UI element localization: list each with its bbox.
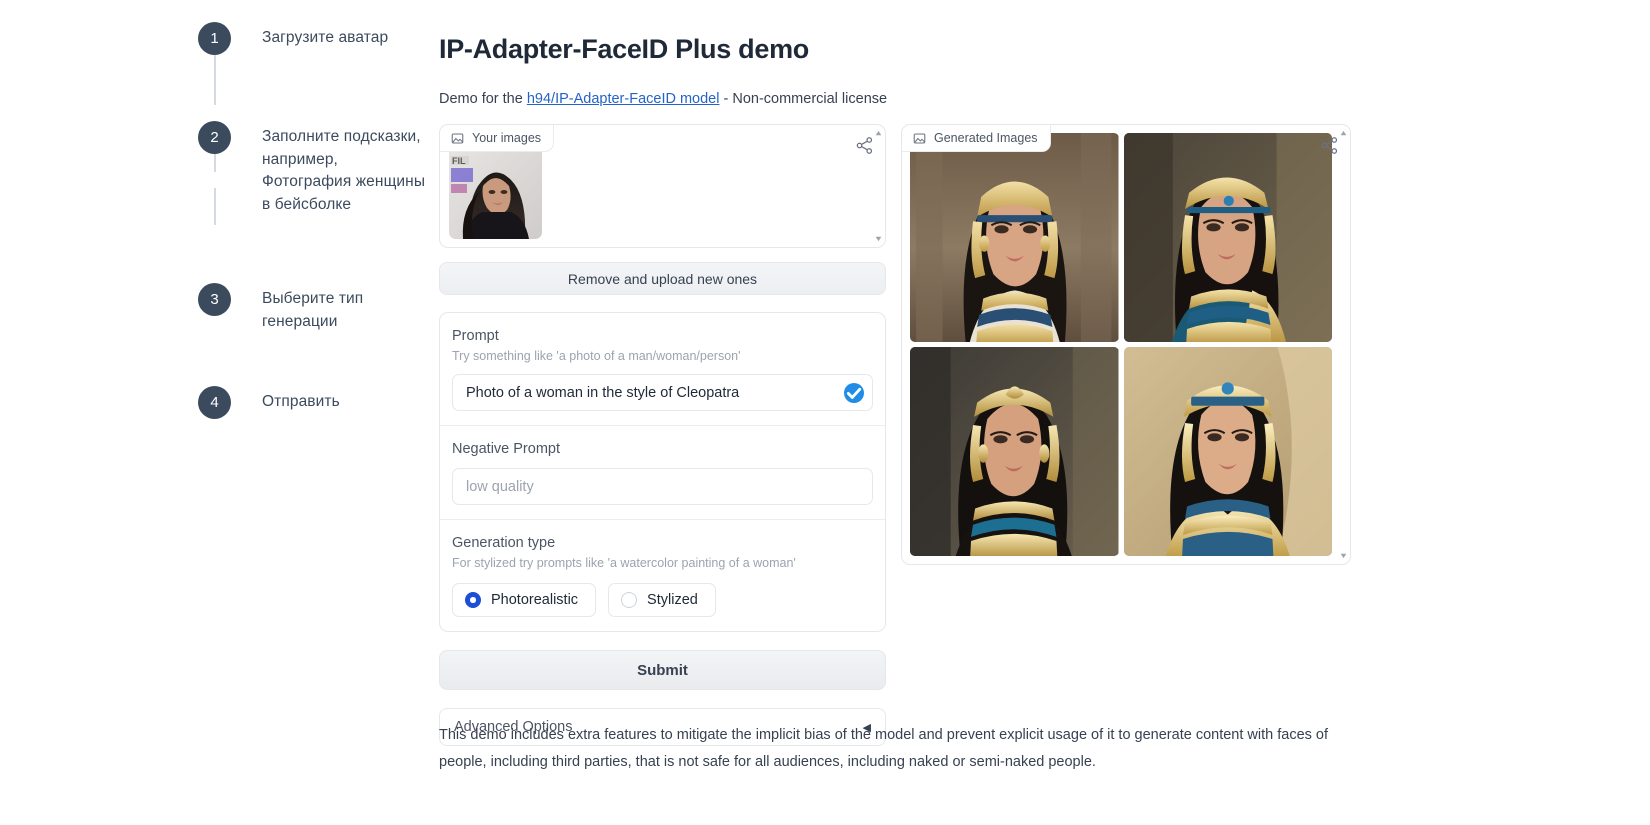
step-badge-1: 1 xyxy=(198,22,231,55)
generated-images-grid xyxy=(910,133,1332,556)
negative-prompt-input[interactable]: low quality xyxy=(452,468,873,505)
step-label-2: Заполните подсказки, например, Фотографи… xyxy=(262,128,426,213)
radio-dot-icon xyxy=(621,592,638,608)
your-images-tag: Your images xyxy=(440,125,555,152)
generation-type-label: Generation type xyxy=(452,535,556,551)
steps-list: 1 Загрузите аватар 2 Заполните подсказки… xyxy=(198,22,428,419)
image-icon xyxy=(451,132,464,145)
negative-prompt-field-group: Negative Prompt low quality xyxy=(440,425,885,519)
generated-images-panel: Generated Images xyxy=(901,124,1351,565)
chevron-down-icon[interactable] xyxy=(875,235,882,242)
generated-images-label: Generated Images xyxy=(934,131,1038,145)
step-badge-4: 4 xyxy=(198,386,231,419)
step-badge-3: 3 xyxy=(198,283,231,316)
generated-image-1[interactable] xyxy=(910,133,1119,342)
model-link[interactable]: h94/IP-Adapter-FaceID model xyxy=(527,91,720,107)
step-badge-2: 2 xyxy=(198,121,231,154)
subtitle-suffix: - Non-commercial license xyxy=(719,91,888,107)
remove-and-upload-button[interactable]: Remove and upload new ones xyxy=(439,262,886,295)
share-icon[interactable] xyxy=(1320,136,1339,155)
generated-image-4[interactable] xyxy=(1123,347,1332,556)
radio-photorealistic[interactable]: Photorealistic xyxy=(452,583,597,617)
step-label-1: Загрузите аватар xyxy=(262,29,389,46)
svg-text:FIL: FIL xyxy=(452,156,466,166)
negative-prompt-label: Negative Prompt xyxy=(452,441,560,457)
generation-type-options: Photorealistic Stylized xyxy=(452,583,873,617)
output-column: Generated Images xyxy=(901,124,1351,565)
prompt-hint: Try something like 'a photo of a man/wom… xyxy=(452,349,741,363)
prompt-label: Prompt xyxy=(452,328,499,344)
chevron-up-icon[interactable] xyxy=(875,130,882,137)
negative-prompt-placeholder: low quality xyxy=(466,478,534,495)
step-item-1: 1 Загрузите аватар xyxy=(198,22,428,55)
subtitle-prefix: Demo for the xyxy=(439,91,527,107)
step-label-3: Выберите тип генерации xyxy=(262,290,364,330)
generated-image-2[interactable] xyxy=(1123,133,1332,342)
step-item-4: 4 Отправить xyxy=(198,386,428,419)
step-connector xyxy=(214,55,216,105)
generated-image-3[interactable] xyxy=(910,347,1119,556)
your-images-label: Your images xyxy=(472,131,542,145)
chevron-up-icon[interactable] xyxy=(1340,130,1347,137)
page-subtitle: Demo for the h94/IP-Adapter-FaceID model… xyxy=(439,91,1339,107)
disclaimer-text: This demo includes extra features to mit… xyxy=(439,727,1329,770)
generated-images-tag: Generated Images xyxy=(902,125,1051,152)
check-icon[interactable] xyxy=(844,382,864,403)
input-column: Your images FIL Remove and upload new on… xyxy=(439,124,886,746)
prompt-value: Photo of a woman in the style of Cleopat… xyxy=(466,384,740,401)
step-label-4: Отправить xyxy=(262,393,340,410)
page-header: IP-Adapter-FaceID Plus demo Demo for the… xyxy=(439,34,1339,107)
radio-stylized-label: Stylized xyxy=(647,592,698,608)
chevron-down-icon[interactable] xyxy=(1340,552,1347,559)
radio-dot-selected-icon xyxy=(465,592,481,608)
page-title: IP-Adapter-FaceID Plus demo xyxy=(439,34,809,64)
generation-type-hint: For stylized try prompts like 'a waterco… xyxy=(452,556,796,570)
step-connector xyxy=(214,188,216,225)
generated-scrollbar[interactable] xyxy=(1339,128,1348,561)
radio-photorealistic-label: Photorealistic xyxy=(491,592,579,608)
radio-stylized[interactable]: Stylized xyxy=(608,583,716,617)
step-item-2: 2 Заполните подсказки, например, Фотогра… xyxy=(198,121,428,216)
image-upload-panel[interactable]: Your images FIL xyxy=(439,124,886,248)
upload-scrollbar[interactable] xyxy=(874,128,883,244)
app-root: 1 Загрузите аватар 2 Заполните подсказки… xyxy=(0,0,1650,825)
image-icon xyxy=(913,132,926,145)
step-item-3: 3 Выберите тип генерации xyxy=(198,283,428,333)
prompt-input[interactable]: Photo of a woman in the style of Cleopat… xyxy=(452,374,873,411)
share-icon[interactable] xyxy=(855,136,874,155)
prompt-form-panel: Prompt Try something like 'a photo of a … xyxy=(439,312,886,632)
generation-type-group: Generation type For stylized try prompts… xyxy=(440,519,885,631)
prompt-field-group: Prompt Try something like 'a photo of a … xyxy=(440,313,885,425)
submit-button[interactable]: Submit xyxy=(439,650,886,690)
uploaded-image-thumbnail[interactable]: FIL xyxy=(449,142,542,239)
